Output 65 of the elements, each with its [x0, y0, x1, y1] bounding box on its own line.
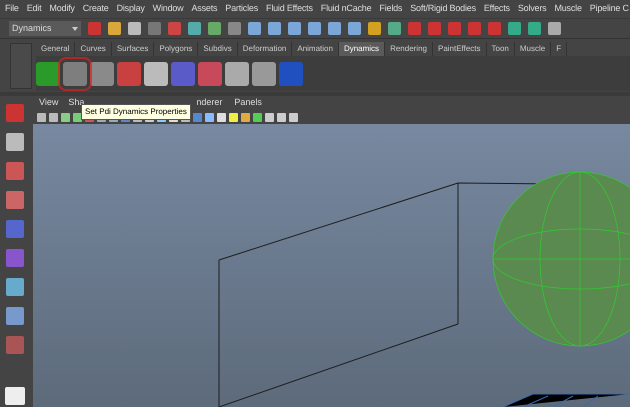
caret-icon [72, 26, 78, 30]
shelf-icon[interactable] [36, 62, 60, 86]
menu-item[interactable]: Solvers [518, 2, 546, 16]
toolbar-icon[interactable] [268, 22, 281, 35]
toolbar-icon[interactable] [468, 22, 481, 35]
tool-icon[interactable] [6, 133, 24, 151]
menu-item[interactable]: Fields [379, 2, 402, 16]
toolbar-icon[interactable] [408, 22, 421, 35]
shelf-icon[interactable] [225, 62, 249, 86]
tool-icon[interactable] [6, 336, 24, 354]
toolbar-icon[interactable] [388, 22, 401, 35]
shelf-tab[interactable]: Toon [486, 42, 515, 56]
toolbar-icon[interactable] [348, 22, 361, 35]
toolbar-icon[interactable] [488, 22, 501, 35]
toolbar-icon[interactable] [88, 22, 101, 35]
tooltip: Set Pdi Dynamics Properties [81, 104, 191, 120]
toolbar-icon[interactable] [288, 22, 301, 35]
toolbar-icon[interactable] [448, 22, 461, 35]
menu-item[interactable]: Fluid Effects [266, 2, 313, 16]
toolbar-icon[interactable] [548, 22, 561, 35]
toolbar-icon[interactable] [368, 22, 381, 35]
shelf-icon[interactable] [63, 62, 87, 86]
tool-icon[interactable] [6, 307, 24, 325]
menu-item[interactable]: Particles [225, 2, 258, 16]
toolbar-icon[interactable] [168, 22, 181, 35]
menu-item[interactable]: Display [116, 2, 145, 16]
menu-item[interactable]: Soft/Rigid Bodies [410, 2, 476, 16]
menu-item[interactable]: Edit [26, 2, 42, 16]
toolbar-icon[interactable] [128, 22, 141, 35]
shelf-tab[interactable]: Dynamics [338, 42, 386, 56]
toolbar-icon[interactable] [148, 22, 161, 35]
toolbar-icon[interactable] [188, 22, 201, 35]
menu-item[interactable]: Effects [484, 2, 510, 16]
menu-item[interactable]: Pipeline C [590, 2, 629, 16]
panel-menu-item[interactable]: Panels [234, 96, 262, 110]
toolbar-icon[interactable] [108, 22, 121, 35]
shelf-icon[interactable] [90, 62, 114, 86]
panel-menu-item[interactable]: nderer [196, 96, 222, 110]
tool-icon[interactable] [6, 278, 24, 296]
toolbar-icon[interactable] [328, 22, 341, 35]
toolbar-icon[interactable] [208, 22, 221, 35]
menu-item[interactable]: Muscle [554, 2, 582, 16]
panel-menu-item[interactable]: View [39, 96, 58, 110]
shelf-icon[interactable] [198, 62, 222, 86]
toolbar-icon[interactable] [528, 22, 541, 35]
mode-dropdown[interactable]: Dynamics [9, 21, 81, 36]
toolbar-icon[interactable] [248, 22, 261, 35]
toolbar-icon[interactable] [228, 22, 241, 35]
tool-icon[interactable] [6, 220, 24, 238]
tool-icon[interactable] [6, 104, 24, 122]
menu-item[interactable]: Fluid nCache [320, 2, 372, 16]
tool-icon[interactable] [6, 191, 24, 209]
menu-item[interactable]: File [5, 2, 19, 16]
menu-item[interactable]: Assets [191, 2, 218, 16]
shelf-icon[interactable] [252, 62, 276, 86]
toolbar-icon[interactable] [308, 22, 321, 35]
menu-item[interactable]: Create [82, 2, 109, 16]
tool-icon[interactable] [6, 162, 24, 180]
menu-item[interactable]: Modify [49, 2, 75, 16]
toolbar-icon[interactable] [508, 22, 521, 35]
tool-icon[interactable] [6, 249, 24, 267]
menu-item[interactable]: Window [152, 2, 184, 16]
layout-icon[interactable] [5, 387, 25, 405]
shelf-icon[interactable] [144, 62, 168, 86]
toolbar-icon[interactable] [428, 22, 441, 35]
